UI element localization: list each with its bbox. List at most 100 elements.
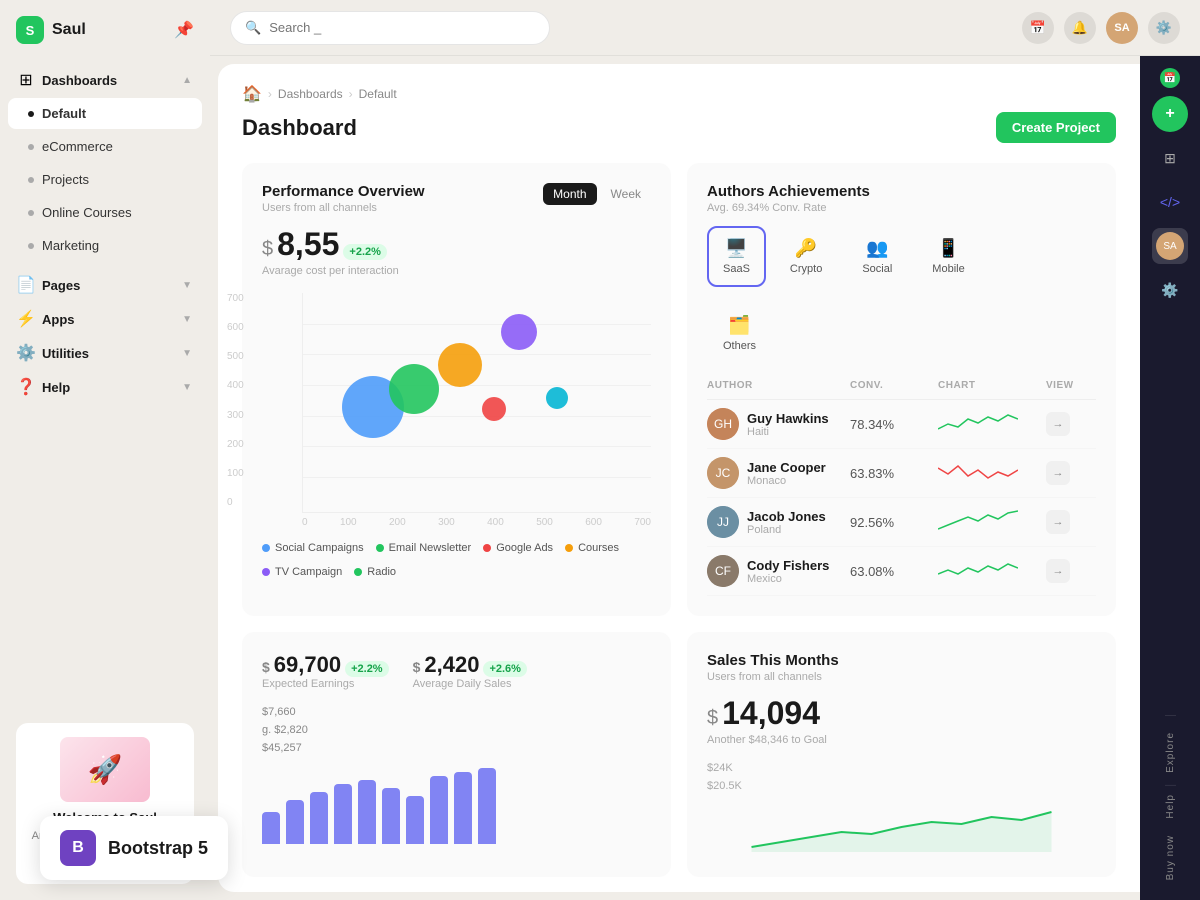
utilities-icon: ⚙️ — [18, 345, 34, 361]
grid-line — [303, 324, 651, 325]
bar-chart — [262, 764, 651, 844]
sidebar-item-help[interactable]: ❓ Help ▼ — [8, 371, 202, 403]
performance-value: $ 8,55 +2.2% — [262, 226, 651, 263]
y-axis-labels: 700 600 500 400 300 200 100 0 — [227, 293, 244, 508]
settings-icon[interactable]: ⚙️ — [1148, 12, 1180, 44]
pin-icon[interactable]: 📌 — [174, 20, 194, 40]
avatar-guy: GH — [707, 408, 739, 440]
sidebar-item-apps[interactable]: ⚡ Apps ▼ — [8, 303, 202, 335]
bootstrap-label: Bootstrap 5 — [108, 838, 208, 859]
sidebar-item-online-courses[interactable]: Online Courses — [8, 197, 202, 228]
tab-crypto[interactable]: 🔑 Crypto — [774, 226, 838, 287]
view-btn-jacob[interactable]: → — [1046, 510, 1070, 534]
pages-icon: 📄 — [18, 277, 34, 293]
breadcrumb-dashboards[interactable]: Dashboards — [278, 87, 343, 101]
projects-label: Projects — [42, 172, 89, 187]
calendar-badge[interactable]: 📅 — [1160, 68, 1180, 88]
explore-label[interactable]: Explore — [1165, 724, 1176, 786]
search-input[interactable] — [269, 20, 535, 35]
bar-7 — [406, 796, 424, 844]
avatar-jacob: JJ — [707, 506, 739, 538]
tab-others[interactable]: 🗂️ Others — [707, 303, 772, 364]
apps-icon: ⚡ — [18, 311, 34, 327]
author-name-cody: Cody Fishers — [747, 558, 829, 573]
dot-icon — [28, 210, 34, 216]
bubble-chart — [302, 293, 651, 513]
sidebar-item-ecommerce[interactable]: eCommerce — [8, 131, 202, 162]
right-panel: 📅 + ⊞ </> SA ⚙️ Explore Help Buy now — [1140, 56, 1200, 900]
author-row-guy: GH Guy Hawkins Haiti 78.34% → — [707, 400, 1096, 449]
author-name-jane: Jane Cooper — [747, 460, 826, 475]
earnings-card: $ 69,700 +2.2% Expected Earnings $ 2,420… — [242, 632, 671, 877]
author-name-guy: Guy Hawkins — [747, 411, 829, 426]
daily-badge: +2.6% — [483, 661, 527, 677]
avatar[interactable]: SA — [1106, 12, 1138, 44]
sparkline-guy — [938, 409, 1018, 439]
bubble-email — [389, 364, 439, 414]
authors-table-header: AUTHOR CONV. CHART VIEW — [707, 380, 1096, 400]
bar-4 — [334, 784, 352, 844]
tab-social[interactable]: 👥 Social — [846, 226, 908, 287]
create-project-button[interactable]: Create Project — [996, 112, 1116, 143]
marketing-label: Marketing — [42, 238, 99, 253]
dashboards-label: Dashboards — [42, 73, 117, 88]
sidebar-item-projects[interactable]: Projects — [8, 164, 202, 195]
sidebar-item-marketing[interactable]: Marketing — [8, 230, 202, 261]
sales-value: $ 14,094 — [707, 695, 1096, 732]
author-location-jacob: Poland — [747, 524, 826, 536]
legend-courses: Courses — [565, 542, 619, 554]
view-btn-cody[interactable]: → — [1046, 559, 1070, 583]
cards-row: Performance Overview Users from all chan… — [242, 163, 1116, 616]
sales-card: Sales This Months Users from all channel… — [687, 632, 1116, 877]
buy-now-label[interactable]: Buy now — [1165, 827, 1176, 888]
notifications-icon[interactable]: 🔔 — [1064, 12, 1096, 44]
rp-grid-icon[interactable]: ⊞ — [1152, 140, 1188, 176]
sales-goal: Another $48,346 to Goal — [707, 734, 1096, 746]
sidebar-nav: ⊞ Dashboards ▲ Default eCommerce Project… — [0, 60, 210, 707]
authors-subtitle: Avg. 69.34% Conv. Rate — [707, 202, 870, 214]
author-location-cody: Mexico — [747, 573, 829, 585]
rp-user-icon[interactable]: SA — [1152, 228, 1188, 264]
tab-saas[interactable]: 🖥️ SaaS — [707, 226, 766, 287]
bar-6 — [382, 788, 400, 844]
dot-icon — [28, 144, 34, 150]
tab-week[interactable]: Week — [601, 183, 651, 205]
author-row-jacob: JJ Jacob Jones Poland 92.56% → — [707, 498, 1096, 547]
earnings-items: $7,660 g. $2,820 $45,257 — [262, 706, 651, 754]
sales-title: Sales This Months — [707, 652, 1096, 669]
grid-line — [303, 477, 651, 478]
topbar: 🔍 📅 🔔 SA ⚙️ — [210, 0, 1200, 56]
author-tabs: 🖥️ SaaS 🔑 Crypto 👥 Social 📱 — [707, 226, 1096, 287]
bar-8 — [430, 776, 448, 844]
sidebar-item-pages[interactable]: 📄 Pages ▼ — [8, 269, 202, 301]
th-author: AUTHOR — [707, 380, 842, 391]
bar-9 — [454, 772, 472, 844]
tab-month[interactable]: Month — [543, 183, 596, 205]
sidebar-item-utilities[interactable]: ⚙️ Utilities ▼ — [8, 337, 202, 369]
sidebar-item-dashboards[interactable]: ⊞ Dashboards ▲ — [8, 64, 202, 96]
calendar-icon[interactable]: 📅 — [1022, 12, 1054, 44]
sidebar-item-default[interactable]: Default — [8, 98, 202, 129]
sparkline-jane — [938, 458, 1018, 488]
sparkline-cody — [938, 556, 1018, 586]
rp-plus-icon[interactable]: + — [1152, 96, 1188, 132]
bottom-row: $ 69,700 +2.2% Expected Earnings $ 2,420… — [242, 632, 1116, 877]
expected-earnings: $ 69,700 +2.2% Expected Earnings — [262, 652, 389, 690]
breadcrumb: 🏠 › Dashboards › Default — [242, 84, 1116, 104]
authors-header: Authors Achievements Avg. 69.34% Conv. R… — [707, 183, 1096, 214]
rp-settings-icon[interactable]: ⚙️ — [1152, 272, 1188, 308]
view-btn-guy[interactable]: → — [1046, 412, 1070, 436]
author-location-jane: Monaco — [747, 475, 826, 487]
rp-code-icon[interactable]: </> — [1152, 184, 1188, 220]
search-box[interactable]: 🔍 — [230, 11, 550, 45]
authors-title: Authors Achievements — [707, 183, 870, 200]
dashboards-icon: ⊞ — [18, 72, 34, 88]
breadcrumb-home[interactable]: 🏠 — [242, 84, 262, 104]
page-title: Dashboard — [242, 115, 357, 141]
bubble-chart-container: 700 600 500 400 300 200 100 0 — [262, 293, 651, 528]
view-btn-jane[interactable]: → — [1046, 461, 1070, 485]
th-chart: CHART — [938, 380, 1038, 391]
tab-mobile[interactable]: 📱 Mobile — [916, 226, 980, 287]
help-label-rp[interactable]: Help — [1165, 786, 1176, 827]
bubble-google — [482, 397, 506, 421]
